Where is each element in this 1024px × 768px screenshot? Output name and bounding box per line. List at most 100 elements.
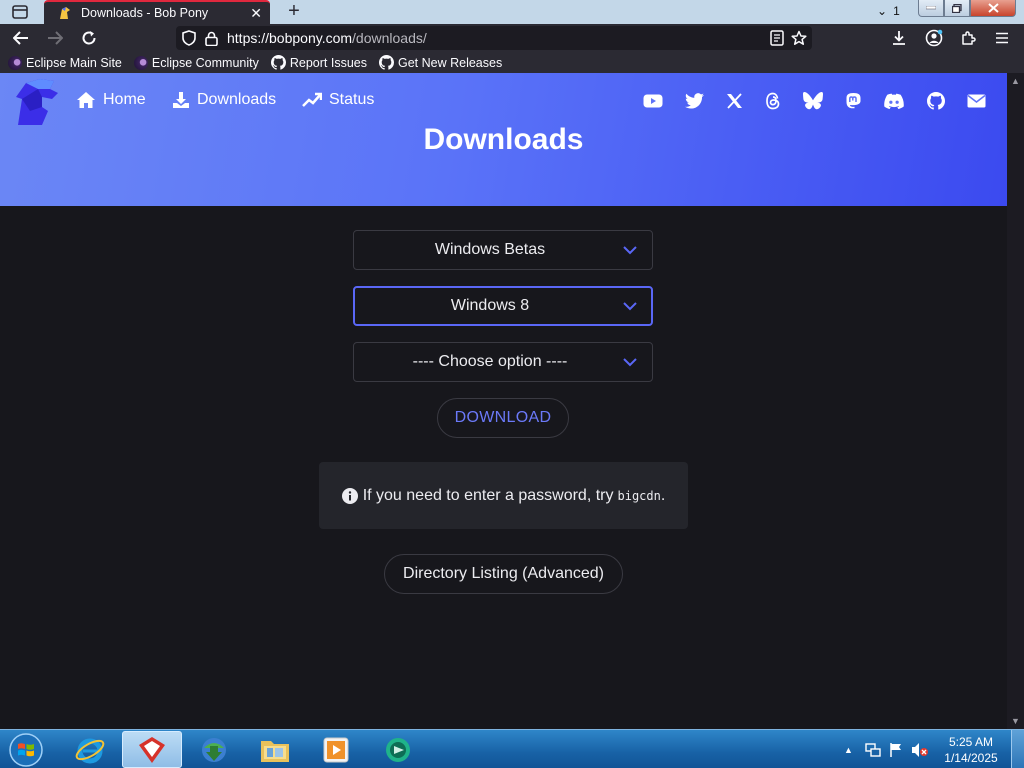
browser-app-icon bbox=[139, 736, 165, 763]
page-content: Home Downloads Status Downloads Windows … bbox=[0, 73, 1007, 729]
network-icon[interactable] bbox=[865, 742, 881, 758]
menu-icon[interactable] bbox=[993, 29, 1011, 47]
show-desktop-button[interactable] bbox=[1011, 730, 1024, 768]
browser-tab[interactable]: Downloads - Bob Pony ✕ bbox=[44, 0, 270, 24]
media-player-icon bbox=[323, 737, 349, 762]
reload-icon[interactable] bbox=[80, 29, 98, 47]
system-tray: ▲ bbox=[844, 730, 929, 768]
lock-icon[interactable] bbox=[202, 29, 220, 47]
threads-icon[interactable] bbox=[763, 91, 783, 111]
browser-toolbar: https://bobpony.com/downloads/ bbox=[0, 24, 1024, 52]
taskbar-messenger[interactable] bbox=[368, 731, 428, 768]
build-select-value: ---- Choose option ---- bbox=[412, 353, 568, 370]
download-manager-icon bbox=[202, 737, 226, 762]
chevron-down-icon: ⌄ bbox=[877, 4, 888, 18]
email-icon[interactable] bbox=[966, 91, 986, 111]
tabs-dropdown[interactable]: ⌄ 1 bbox=[877, 4, 900, 18]
github-icon bbox=[378, 55, 394, 70]
page-scrollbar[interactable]: ▲ ▼ bbox=[1007, 73, 1024, 729]
twitter-icon[interactable] bbox=[684, 91, 704, 111]
notice-end: . bbox=[660, 486, 666, 504]
new-tab-icon[interactable]: + bbox=[284, 1, 304, 22]
extensions-icon[interactable] bbox=[959, 29, 977, 47]
bluesky-icon[interactable] bbox=[803, 91, 823, 111]
github-icon[interactable] bbox=[926, 91, 946, 111]
github-icon bbox=[270, 55, 286, 70]
nav-downloads-label: Downloads bbox=[197, 91, 277, 108]
bookmark-eclipse-community[interactable]: Eclipse Community bbox=[133, 55, 259, 70]
folder-icon bbox=[261, 740, 289, 762]
taskbar-browser[interactable] bbox=[122, 731, 182, 768]
bookmark-label: Eclipse Main Site bbox=[26, 55, 122, 70]
downloads-toolbar-icon[interactable] bbox=[890, 29, 908, 47]
eclipse-icon bbox=[133, 55, 148, 70]
back-icon[interactable] bbox=[12, 29, 30, 47]
tab-title: Downloads - Bob Pony bbox=[81, 6, 209, 20]
restore-button[interactable] bbox=[944, 0, 970, 17]
version-select[interactable]: Windows 8 bbox=[353, 286, 653, 326]
reader-view-icon[interactable] bbox=[768, 29, 786, 47]
nav-status-link[interactable]: Status bbox=[302, 91, 374, 109]
scroll-down-icon[interactable]: ▼ bbox=[1011, 716, 1020, 726]
shield-icon[interactable] bbox=[180, 29, 198, 47]
directory-listing-button[interactable]: Directory Listing (Advanced) bbox=[384, 554, 623, 594]
home-icon bbox=[77, 92, 95, 108]
nav-home-label: Home bbox=[103, 91, 146, 108]
nav-downloads-link[interactable]: Downloads bbox=[172, 91, 276, 109]
bookmark-label: Report Issues bbox=[289, 55, 367, 70]
volume-muted-icon[interactable] bbox=[911, 742, 929, 758]
internet-explorer-icon bbox=[75, 738, 105, 763]
page-title: Downloads bbox=[423, 123, 584, 156]
bookmark-get-new-releases[interactable]: Get New Releases bbox=[378, 55, 503, 70]
tab-close-icon[interactable]: ✕ bbox=[250, 5, 262, 21]
tab-list-icon[interactable] bbox=[8, 2, 32, 22]
x-icon[interactable] bbox=[724, 91, 744, 111]
notice-password-code: bigcdn bbox=[617, 488, 661, 503]
forward-icon[interactable] bbox=[46, 29, 64, 47]
window-controls bbox=[918, 0, 1016, 17]
hero-header: Home Downloads Status Downloads bbox=[0, 73, 1007, 206]
category-select-value: Windows Betas bbox=[434, 241, 546, 258]
taskbar-internet-explorer[interactable] bbox=[60, 731, 120, 768]
bookmark-eclipse-main[interactable]: Eclipse Main Site bbox=[8, 55, 122, 70]
taskbar-media-player[interactable] bbox=[306, 731, 366, 768]
chevron-down-icon bbox=[623, 246, 637, 255]
show-hidden-icons-icon[interactable]: ▲ bbox=[844, 745, 853, 755]
taskbar-clock[interactable]: 5:25 AM 1/14/2025 bbox=[935, 734, 1007, 766]
scroll-up-icon[interactable]: ▲ bbox=[1011, 76, 1020, 86]
youtube-icon[interactable] bbox=[643, 91, 663, 111]
category-select[interactable]: Windows Betas bbox=[353, 230, 653, 270]
minimize-button[interactable] bbox=[918, 0, 944, 17]
build-select[interactable]: ---- Choose option ---- bbox=[353, 342, 653, 382]
nav-home-link[interactable]: Home bbox=[76, 91, 146, 109]
url-text: https://bobpony.com/downloads/ bbox=[227, 30, 427, 46]
clock-time: 5:25 AM bbox=[948, 735, 994, 749]
password-notice: If you need to enter a password, try big… bbox=[319, 462, 688, 529]
bookmark-label: Get New Releases bbox=[397, 55, 503, 70]
info-icon bbox=[341, 487, 358, 504]
url-bar[interactable]: https://bobpony.com/downloads/ bbox=[176, 26, 812, 50]
bookmark-report-issues[interactable]: Report Issues bbox=[270, 55, 367, 70]
download-button[interactable]: DOWNLOAD bbox=[437, 398, 569, 438]
start-button[interactable] bbox=[4, 731, 48, 768]
taskbar-file-explorer[interactable] bbox=[245, 731, 305, 768]
action-center-flag-icon[interactable] bbox=[889, 742, 903, 758]
pony-favicon-icon bbox=[60, 7, 70, 19]
windows-logo-icon bbox=[9, 733, 43, 767]
eclipse-icon bbox=[8, 55, 22, 70]
chevron-down-icon bbox=[623, 302, 637, 311]
chevron-down-icon bbox=[623, 358, 637, 367]
bookmark-star-icon[interactable] bbox=[790, 29, 808, 47]
tab-count: 1 bbox=[893, 4, 900, 18]
bob-pony-logo-icon[interactable] bbox=[12, 77, 64, 127]
discord-icon[interactable] bbox=[884, 91, 904, 111]
taskbar: ▲ 5:25 AM 1/14/2025 bbox=[0, 729, 1024, 768]
mastodon-icon[interactable] bbox=[843, 91, 863, 111]
url-host: https://bobpony.com bbox=[227, 30, 353, 46]
close-button[interactable] bbox=[970, 0, 1016, 17]
notice-text: If you need to enter a password, try bbox=[362, 486, 614, 504]
version-select-value: Windows 8 bbox=[450, 297, 530, 314]
nav-status-label: Status bbox=[329, 91, 375, 108]
account-icon[interactable] bbox=[925, 29, 943, 47]
taskbar-download-manager[interactable] bbox=[184, 731, 244, 768]
